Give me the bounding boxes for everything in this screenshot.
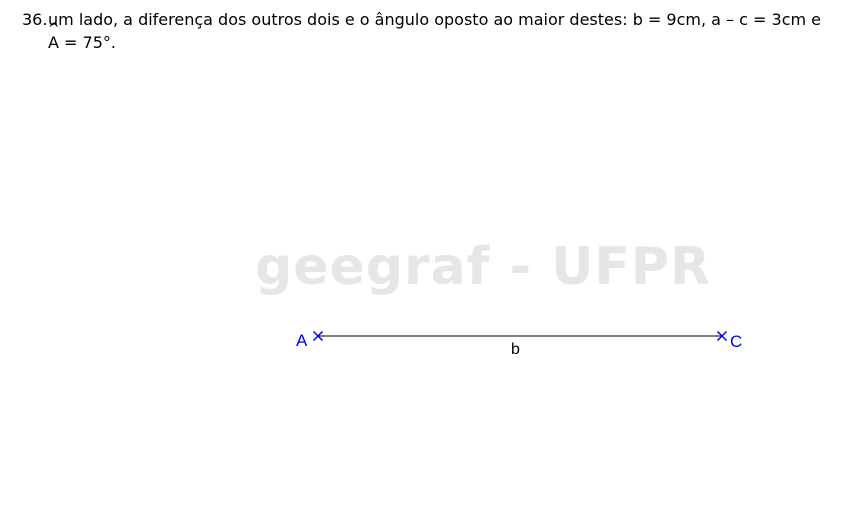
construction-figure: A C b [296, 330, 742, 358]
segment-b-label: b [511, 341, 520, 358]
point-c-label: C [730, 332, 742, 351]
point-a-label: A [296, 331, 308, 350]
